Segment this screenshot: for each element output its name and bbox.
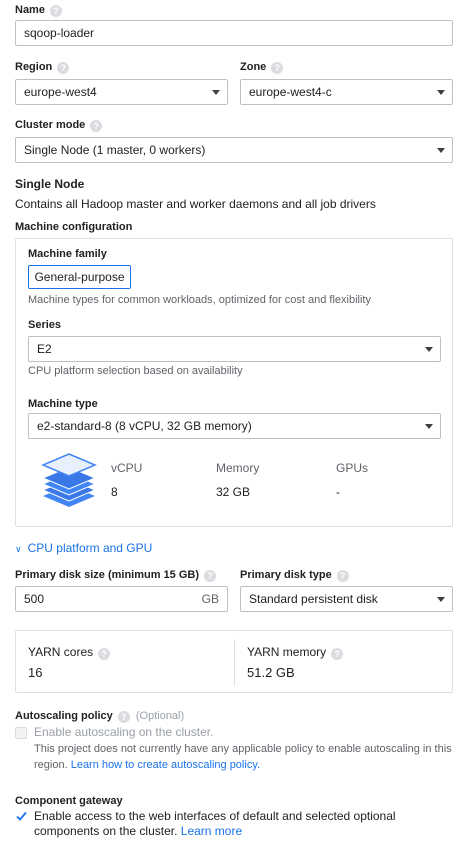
autoscaling-checkbox[interactable]: [15, 727, 27, 739]
help-icon[interactable]: ?: [336, 570, 349, 582]
series-select[interactable]: E2: [28, 336, 441, 362]
yarn-memory-value: 51.2 GB: [247, 665, 295, 680]
autoscaling-optional: (Optional): [135, 710, 185, 722]
component-gateway-title: Component gateway: [15, 795, 123, 807]
help-icon[interactable]: ?: [204, 570, 217, 582]
disk-size-label: Primary disk size (minimum 15 GB)?: [15, 569, 217, 582]
machine-family-hint: Machine types for common workloads, opti…: [28, 294, 371, 306]
autoscaling-title: Autoscaling policy? (Optional): [15, 710, 185, 723]
single-node-title: Single Node: [15, 177, 85, 191]
chevron-down-icon: [437, 90, 445, 95]
zone-label: Zone?: [240, 61, 284, 74]
series-hint: CPU platform selection based on availabi…: [28, 365, 243, 377]
chevron-down-icon: [437, 148, 445, 153]
help-icon[interactable]: ?: [271, 62, 284, 74]
name-input[interactable]: sqoop-loader: [15, 20, 453, 46]
memory-value: 32 GB: [216, 485, 251, 499]
disk-type-label: Primary disk type?: [240, 569, 349, 582]
chevron-down-icon: [212, 90, 220, 95]
gpus-value: -: [336, 485, 340, 499]
help-icon[interactable]: ?: [98, 648, 111, 660]
disk-type-select[interactable]: Standard persistent disk: [240, 586, 453, 612]
chevron-down-icon: [437, 597, 445, 602]
disk-size-unit: GB: [201, 592, 219, 606]
vcpu-label: vCPU: [111, 461, 143, 475]
component-gateway-checkbox[interactable]: [15, 810, 28, 823]
disk-size-input[interactable]: 500 GB: [15, 586, 228, 612]
machine-config-title: Machine configuration: [15, 221, 133, 233]
cluster-mode-select[interactable]: Single Node (1 master, 0 workers): [15, 137, 453, 163]
machine-type-label: Machine type: [28, 398, 98, 410]
expand-chevron-icon: ∨: [15, 544, 22, 554]
single-node-description: Contains all Hadoop master and worker da…: [15, 197, 376, 211]
yarn-cores-value: 16: [28, 665, 43, 680]
region-select[interactable]: europe-west4: [15, 79, 228, 105]
vcpu-value: 8: [111, 485, 118, 499]
yarn-cores-label: YARN cores?: [28, 645, 111, 660]
help-icon[interactable]: ?: [90, 120, 103, 132]
autoscaling-checkbox-label: Enable autoscaling on the cluster.: [34, 725, 214, 739]
yarn-memory-label: YARN memory?: [247, 645, 344, 660]
help-icon[interactable]: ?: [57, 62, 70, 74]
yarn-divider: [234, 639, 235, 686]
machine-config-panel: Machine family General-purpose Machine t…: [15, 238, 453, 527]
machine-stack-icon: [41, 453, 97, 507]
yarn-summary-panel: YARN cores? 16 YARN memory? 51.2 GB: [15, 630, 453, 693]
region-label: Region?: [15, 61, 70, 74]
machine-type-select[interactable]: e2-standard-8 (8 vCPU, 32 GB memory): [28, 413, 441, 439]
machine-family-label: Machine family: [28, 248, 107, 260]
cpu-platform-toggle[interactable]: ∨ CPU platform and GPU: [15, 541, 152, 555]
help-icon[interactable]: ?: [49, 5, 62, 17]
zone-select[interactable]: europe-west4-c: [240, 79, 453, 105]
autoscaling-policy-link[interactable]: Learn how to create autoscaling policy.: [71, 759, 260, 771]
help-icon[interactable]: ?: [331, 648, 344, 660]
name-label: Name?: [15, 4, 62, 17]
help-icon[interactable]: ?: [117, 711, 130, 723]
component-gateway-description: Enable access to the web interfaces of d…: [34, 809, 396, 838]
series-label: Series: [28, 319, 62, 331]
component-gateway-learn-more-link[interactable]: Learn more: [181, 824, 242, 838]
check-icon: [16, 811, 27, 821]
machine-family-tab-general-purpose[interactable]: General-purpose: [28, 265, 131, 289]
gpus-label: GPUs: [336, 461, 369, 475]
memory-label: Memory: [216, 461, 260, 475]
cluster-mode-label: Cluster mode?: [15, 119, 103, 132]
autoscaling-note: This project does not currently have any…: [34, 743, 452, 771]
chevron-down-icon: [425, 347, 433, 352]
chevron-down-icon: [425, 424, 433, 429]
